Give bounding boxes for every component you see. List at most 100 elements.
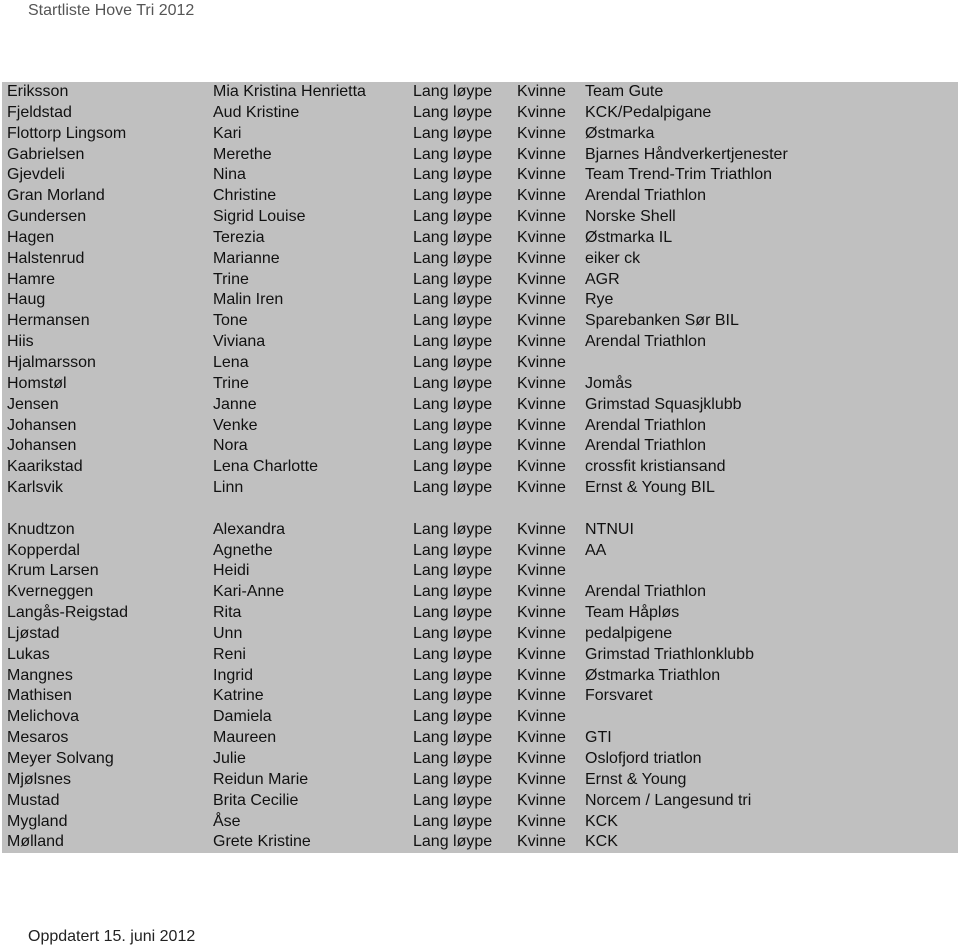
cell-surname: Kverneggen — [7, 583, 94, 601]
cell-course: Lang løype — [413, 103, 493, 121]
table-row: Mesaros Maureen Lang løype Kvinne GTI — [2, 728, 958, 749]
table-row: Kverneggen Kari-Anne Lang løype Kvinne Arend… — [2, 582, 958, 603]
cell-surname: Mygland — [7, 812, 68, 830]
cell-course: Lang løype — [413, 374, 493, 392]
cell-class: Kvinne — [517, 666, 566, 684]
cell-club: Arendal Triathlon — [585, 333, 706, 351]
table-row: Gjevdeli Nina Lang løype Kvinne Team Trend-T… — [2, 165, 958, 186]
cell-club: GTI — [585, 729, 612, 747]
cell-course: Lang løype — [413, 791, 493, 809]
cell-surname: Ljøstad — [7, 624, 60, 642]
cell-club: Arendal Triathlon — [585, 583, 706, 601]
cell-class: Kvinne — [517, 249, 566, 267]
cell-first-name: Agnethe — [213, 541, 273, 559]
cell-course: Lang løype — [413, 270, 493, 288]
cell-course: Lang løype — [413, 750, 493, 767]
cell-first-name: Terezia — [213, 228, 265, 246]
cell-class: Kvinne — [517, 770, 566, 788]
cell-class: Kvinne — [517, 833, 566, 851]
cell-club: NTNUI — [585, 520, 634, 538]
cell-first-name: Heidi — [213, 562, 250, 580]
cell-surname: Hermansen — [7, 312, 90, 330]
cell-class: Kvinne — [517, 645, 566, 663]
cell-first-name: Kari-Anne — [213, 583, 285, 601]
table-row: Gundersen Sigrid Louise Lang løype Kvinne No… — [2, 207, 958, 228]
cell-first-name: Tone — [213, 312, 248, 330]
cell-class: Kvinne — [517, 750, 566, 767]
cell-first-name: Mia Kristina Henrietta — [213, 83, 366, 100]
table-row: Hjalmarsson Lena Lang løype Kvinne — [2, 353, 958, 374]
cell-course: Lang løype — [413, 187, 493, 205]
cell-first-name: Reni — [213, 645, 246, 663]
cell-first-name: Venke — [213, 416, 258, 434]
cell-surname: Fjeldstad — [7, 103, 72, 121]
table-row: Homstøl Trine Lang løype Kvinne Jomås — [2, 374, 958, 395]
start-list-table: Eriksson Mia Kristina Henrietta Lang løype… — [2, 82, 958, 854]
cell-first-name: Åse — [213, 812, 241, 830]
cell-surname: Melichova — [7, 708, 80, 726]
cell-club: Team Trend-Trim Triathlon — [585, 166, 773, 184]
cell-surname: Gabrielsen — [7, 145, 85, 163]
cell-class: Kvinne — [517, 791, 566, 809]
cell-surname: Knudtzon — [7, 520, 75, 538]
cell-class: Kvinne — [517, 624, 566, 642]
cell-first-name: Merethe — [213, 145, 272, 163]
cell-surname: Meyer Solvang — [7, 750, 114, 767]
cell-first-name: Marianne — [213, 249, 280, 267]
table-row: Gabrielsen Merethe Lang løype Kvinne Bjarnes… — [2, 145, 958, 166]
cell-surname: Jensen — [7, 395, 59, 413]
cell-surname: Kaarikstad — [7, 458, 83, 476]
cell-class: Kvinne — [517, 583, 566, 601]
cell-club: Norcem / Langesund tri — [585, 791, 752, 809]
cell-first-name: Brita Cecilie — [213, 791, 299, 809]
cell-surname: Krum Larsen — [7, 562, 99, 580]
cell-surname: Mesaros — [7, 729, 69, 747]
table-row: Melichova Damiela Lang løype Kvinne — [2, 707, 958, 728]
table-row: Hagen Terezia Lang løype Kvinne Østmarka IL — [2, 228, 958, 249]
cell-first-name: Damiela — [213, 708, 272, 726]
cell-course: Lang løype — [413, 333, 493, 351]
cell-first-name: Rita — [213, 604, 242, 622]
cell-club: Østmarka IL — [585, 228, 673, 246]
cell-first-name: Christine — [213, 187, 277, 205]
cell-course: Lang løype — [413, 124, 493, 142]
table-row: Mølland Grete Kristine Lang løype Kvinne KCK — [2, 832, 958, 853]
cell-class: Kvinne — [517, 687, 566, 705]
table-row: Haug Malin Iren Lang løype Kvinne Rye — [2, 290, 958, 311]
table-row: Johansen Nora Lang løype Kvinne Arendal Tria… — [2, 436, 958, 457]
cell-first-name: Nina — [213, 166, 246, 184]
cell-course: Lang løype — [413, 312, 493, 330]
cell-class: Kvinne — [517, 333, 566, 351]
table-row: Jensen Janne Lang løype Kvinne Grimstad Squa… — [2, 395, 958, 416]
table-row: Langås-Reigstad Rita Lang løype Kvinne Team … — [2, 603, 958, 624]
cell-club: Arendal Triathlon — [585, 416, 706, 434]
cell-class: Kvinne — [517, 208, 566, 226]
cell-first-name: Nora — [213, 437, 248, 455]
cell-first-name: Linn — [213, 479, 244, 497]
table-row: Johansen Venke Lang løype Kvinne Arendal Tri… — [2, 416, 958, 437]
cell-course: Lang løype — [413, 166, 493, 184]
table-row: Eriksson Mia Kristina Henrietta Lang løype… — [2, 82, 958, 103]
cell-course: Lang løype — [413, 249, 493, 267]
cell-first-name: Janne — [213, 395, 257, 413]
cell-class: Kvinne — [517, 604, 566, 622]
cell-class: Kvinne — [517, 103, 566, 121]
cell-club: AGR — [585, 270, 620, 288]
cell-class: Kvinne — [517, 312, 566, 330]
cell-course: Lang løype — [413, 833, 493, 851]
table-row: Meyer Solvang Julie Lang løype Kvinne Oslofj… — [2, 749, 958, 770]
cell-surname: Gjevdeli — [7, 166, 65, 184]
cell-surname: Kopperdal — [7, 541, 80, 559]
cell-surname: Langås-Reigstad — [7, 604, 128, 622]
cell-surname: Mjølsnes — [7, 770, 72, 788]
cell-class: Kvinne — [517, 291, 566, 309]
cell-club: AA — [585, 541, 607, 559]
cell-surname: Mølland — [7, 833, 64, 851]
cell-class: Kvinne — [517, 520, 566, 538]
cell-course: Lang løype — [413, 83, 493, 100]
cell-class: Kvinne — [517, 458, 566, 476]
cell-first-name: Grete Kristine — [213, 833, 311, 851]
table-row: Mygland Åse Lang løype Kvinne KCK — [2, 812, 958, 833]
cell-surname: Hamre — [7, 270, 56, 288]
cell-course: Lang løype — [413, 687, 493, 705]
